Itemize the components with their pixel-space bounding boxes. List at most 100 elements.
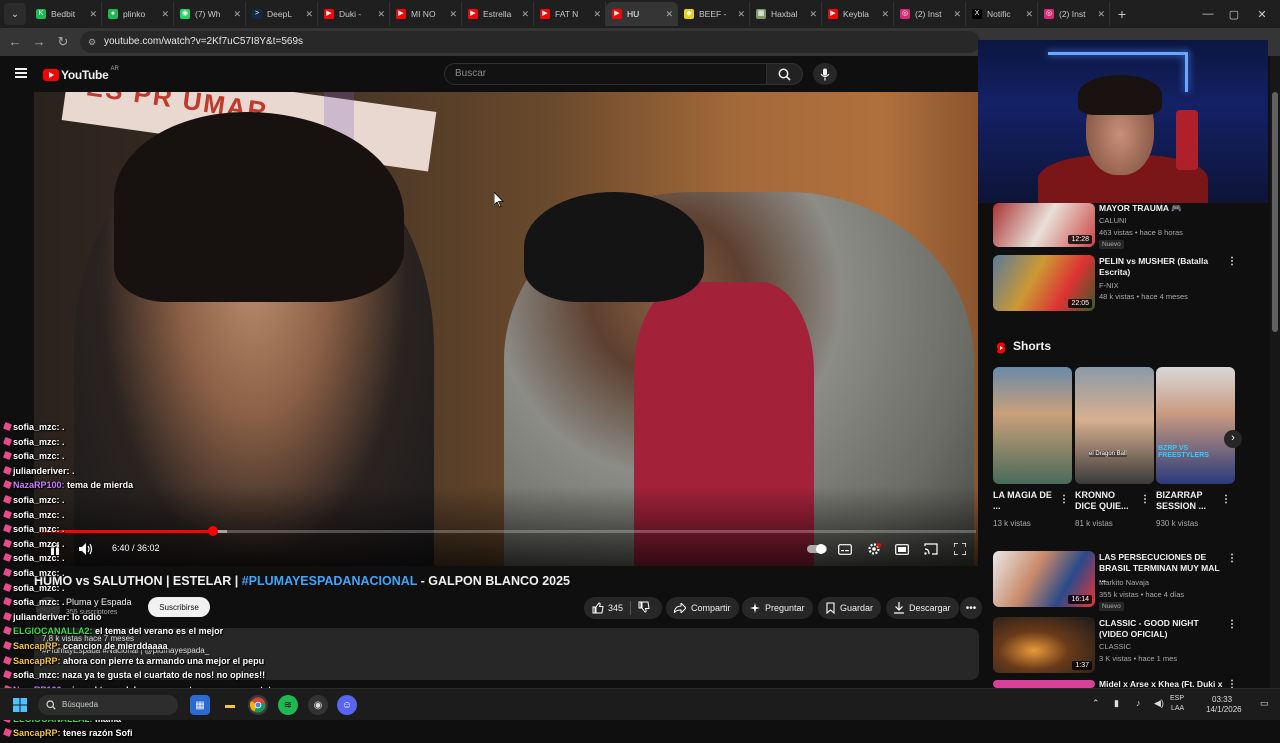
new-tab-button[interactable]: +	[1110, 6, 1134, 22]
browser-tab[interactable]: ◎ (2) Inst ✕	[1038, 2, 1110, 26]
tab-label: Keybla	[843, 9, 869, 19]
browser-tab[interactable]: ● plinko ✕	[102, 2, 174, 26]
browser-tab[interactable]: ▶ MI NO ✕	[390, 2, 462, 26]
back-icon[interactable]: ←	[6, 33, 24, 51]
channel-name[interactable]: Markito Navaja	[1099, 578, 1149, 588]
next-arrow-icon[interactable]: ›	[1224, 430, 1242, 448]
tab-close-icon[interactable]: ✕	[665, 9, 673, 20]
short-title[interactable]: LA MAGIA DE ...	[993, 490, 1055, 512]
tab-close-icon[interactable]: ✕	[953, 9, 961, 20]
tab-close-icon[interactable]: ✕	[305, 9, 313, 20]
channel-name[interactable]: CLASSIC	[1099, 642, 1131, 652]
speaker-icon[interactable]: ◀)	[1154, 698, 1164, 709]
tab-close-icon[interactable]: ✕	[233, 9, 241, 20]
miniplayer-button[interactable]	[894, 541, 910, 557]
windows-start-icon[interactable]	[10, 695, 30, 715]
language-indicator[interactable]: ESP	[1170, 695, 1184, 702]
browser-tab[interactable]: > DeepL ✕	[246, 2, 318, 26]
tab-favicon-icon: ◎	[900, 9, 910, 19]
search-input[interactable]: Buscar	[444, 63, 767, 85]
ask-button[interactable]: Preguntar	[742, 597, 813, 619]
more-actions-button[interactable]: •••	[960, 597, 982, 619]
browser-tab[interactable]: ▶ Keybla ✕	[822, 2, 894, 26]
browser-tab[interactable]: ▶ Estrella ✕	[462, 2, 534, 26]
browser-tab[interactable]: ◉ (7) Wh ✕	[174, 2, 246, 26]
forward-icon[interactable]: →	[30, 33, 48, 51]
browser-tab[interactable]: ▶ FAT N ✕	[534, 2, 606, 26]
channel-name[interactable]: CALUNI	[1099, 216, 1127, 226]
video-thumbnail[interactable]: 12:28	[993, 203, 1095, 247]
menu-icon[interactable]	[15, 68, 27, 78]
tab-close-icon[interactable]: ✕	[449, 9, 457, 20]
clock-time[interactable]: 03:33	[1212, 695, 1232, 704]
tab-close-icon[interactable]: ✕	[521, 9, 529, 20]
short-title[interactable]: BIZARRAP SESSION ...	[1156, 490, 1218, 512]
tab-close-icon[interactable]: ✕	[737, 9, 745, 20]
video-title[interactable]: CLASSIC - GOOD NIGHT (VIDEO OFICIAL)	[1099, 618, 1223, 640]
like-button[interactable]: 345	[592, 602, 623, 614]
tab-close-icon[interactable]: ✕	[593, 9, 601, 20]
browser-tab[interactable]: ▦ Haxbal ✕	[750, 2, 822, 26]
tab-close-icon[interactable]: ✕	[161, 9, 169, 20]
video-thumbnail[interactable]: 22:05	[993, 255, 1095, 311]
more-vertical-icon[interactable]: ⋮	[1227, 619, 1237, 630]
more-vertical-icon[interactable]: ⋮	[1059, 494, 1069, 505]
address-bar[interactable]: ⚙ youtube.com/watch?v=2Kf7uC57I8Y&t=569s	[80, 31, 980, 53]
video-thumbnail[interactable]	[993, 680, 1095, 688]
settings-button[interactable]	[865, 541, 883, 557]
discord-icon[interactable]: ☺	[337, 695, 357, 715]
cast-button[interactable]	[923, 541, 939, 557]
voice-search-button[interactable]	[813, 63, 837, 85]
more-vertical-icon[interactable]: ⋮	[1227, 553, 1237, 564]
tab-search-button[interactable]: ⌄	[4, 3, 26, 25]
obs-icon[interactable]: ◉	[308, 695, 328, 715]
chevron-up-icon[interactable]: ⌃	[1092, 698, 1100, 709]
subtitles-button[interactable]	[837, 541, 853, 557]
notification-icon[interactable]: ▭	[1260, 698, 1269, 709]
tab-close-icon[interactable]: ✕	[1025, 9, 1033, 20]
search-button[interactable]	[767, 63, 803, 85]
chrome-icon[interactable]	[248, 695, 268, 715]
autoplay-toggle[interactable]	[806, 541, 828, 557]
tab-close-icon[interactable]: ✕	[1097, 9, 1105, 20]
taskbar-search[interactable]: Búsqueda	[38, 695, 178, 715]
fullscreen-button[interactable]	[952, 541, 968, 557]
tab-close-icon[interactable]: ✕	[881, 9, 889, 20]
short-thumbnail[interactable]	[993, 367, 1072, 484]
browser-tab[interactable]: ◎ (2) Inst ✕	[894, 2, 966, 26]
dislike-button[interactable]	[638, 601, 650, 615]
spotify-icon[interactable]: ≋	[278, 695, 298, 715]
video-thumbnail[interactable]: 1:37	[993, 617, 1095, 673]
tab-close-icon[interactable]: ✕	[89, 9, 97, 20]
video-title[interactable]: MAYOR TRAUMA 🎮	[1099, 203, 1229, 214]
mic-icon[interactable]: ♪	[1136, 698, 1141, 708]
browser-tab[interactable]: ▶ Duki - ✕	[318, 2, 390, 26]
site-info-icon[interactable]: ⚙	[88, 31, 96, 53]
share-button[interactable]: Compartir	[666, 597, 739, 619]
download-button[interactable]: Descargar	[886, 597, 959, 619]
short-thumbnail[interactable]: el Dragon Ball	[1075, 367, 1154, 484]
short-thumbnail[interactable]: BZRP VS FREESTYLERS	[1156, 367, 1235, 484]
more-vertical-icon[interactable]: ⋮	[1140, 494, 1150, 505]
short-title[interactable]: KRONNO DICE QUIE...	[1075, 490, 1137, 512]
more-vertical-icon[interactable]: ⋮	[1221, 494, 1231, 505]
browser-tab[interactable]: ◆ BEEF - ✕	[678, 2, 750, 26]
video-title[interactable]: PELIN vs MUSHER (Batalla Escrita)	[1099, 256, 1217, 278]
tab-close-icon[interactable]: ✕	[377, 9, 385, 20]
chat-message: SancapRP: ahora con pierre ta armando un…	[3, 656, 364, 671]
scrollbar-thumb[interactable]	[1272, 92, 1278, 332]
task-view-icon[interactable]: ▦	[190, 695, 210, 715]
browser-tab[interactable]: K Bedbit ✕	[30, 2, 102, 26]
more-vertical-icon[interactable]: ⋮	[1227, 256, 1237, 267]
reload-icon[interactable]: ↻	[54, 33, 72, 51]
close-window-button[interactable]: ✕	[1244, 0, 1280, 28]
video-thumbnail[interactable]: 16:14	[993, 551, 1095, 607]
tab-close-icon[interactable]: ✕	[809, 9, 817, 20]
file-explorer-icon[interactable]: ▬	[220, 695, 240, 715]
youtube-logo[interactable]: YouTube AR	[43, 66, 119, 82]
battery-icon[interactable]: ▮	[1114, 698, 1119, 709]
save-button[interactable]: Guardar	[818, 597, 882, 619]
browser-tab[interactable]: ▶ HU ✕	[606, 2, 678, 26]
channel-name[interactable]: F-NIX	[1099, 281, 1119, 291]
browser-tab[interactable]: X Notific ✕	[966, 2, 1038, 26]
